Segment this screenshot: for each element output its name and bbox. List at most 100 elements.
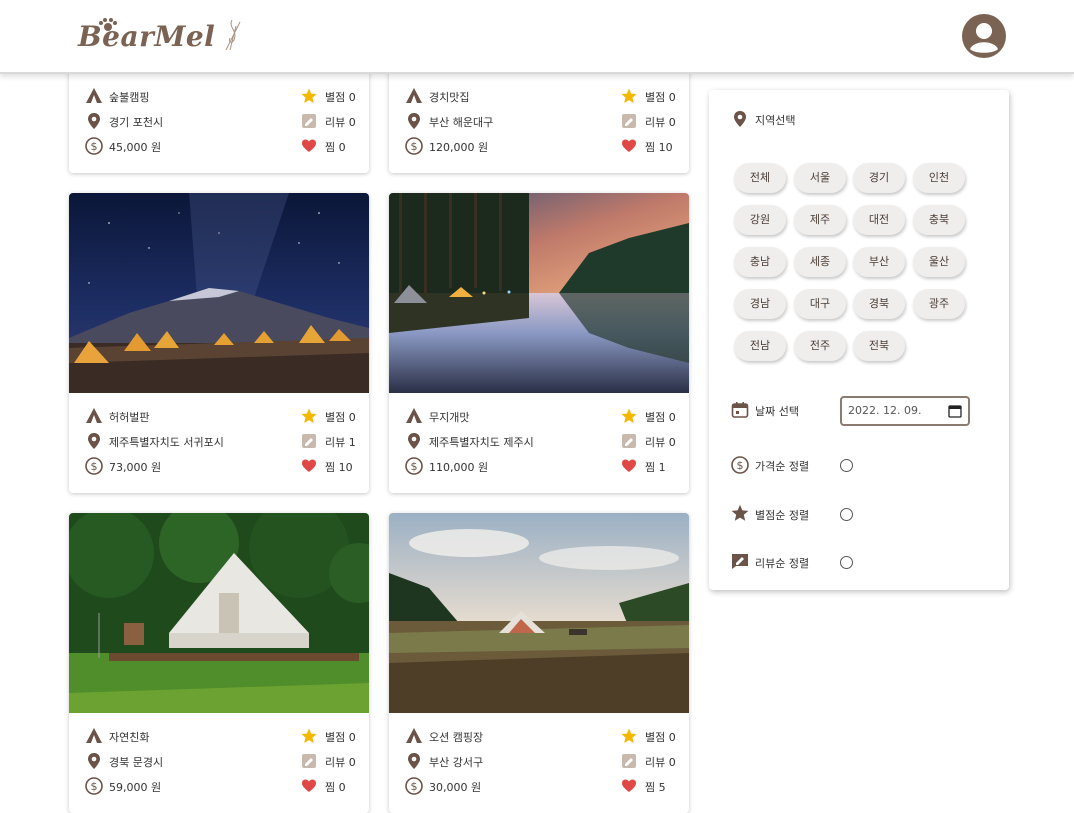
region-button-chungnam[interactable]: 충남: [734, 247, 786, 277]
campsite-photo: [389, 513, 689, 713]
rating-text: 별점 0: [645, 411, 676, 424]
campsite-photo: [389, 193, 689, 393]
review-icon: [622, 114, 636, 128]
region-button-gyeonggi[interactable]: 경기: [853, 163, 905, 193]
user-profile-icon: [962, 14, 1006, 58]
campsite-card[interactable]: 오션 캠핑장 별점 0 부산 강서구 리뷰 0 $ 30,000 원 찜 5: [389, 513, 689, 813]
like-count: 찜 0: [325, 781, 346, 794]
region-button-ulsan[interactable]: 울산: [913, 247, 965, 277]
campsite-location: 부산 강서구: [429, 756, 484, 769]
region-button-gyeongbuk[interactable]: 경북: [853, 289, 905, 319]
review-count: 리뷰 1: [325, 436, 356, 449]
region-button-gwangju[interactable]: 광주: [913, 289, 965, 319]
campsite-card[interactable]: 무지개맛 별점 0 제주특별자치도 제주시 리뷰 0 $ 110,000 원 찜…: [389, 193, 689, 493]
campsite-price: 45,000 원: [109, 141, 162, 154]
svg-text:$: $: [411, 460, 418, 473]
svg-text:$: $: [91, 780, 98, 793]
user-avatar[interactable]: [962, 14, 1006, 58]
region-button-chungbuk[interactable]: 충북: [913, 205, 965, 235]
svg-text:$: $: [411, 780, 418, 793]
heart-icon[interactable]: [301, 458, 317, 474]
heart-icon[interactable]: [621, 778, 637, 794]
dollar-icon: $: [731, 456, 749, 474]
dollar-icon: $: [85, 457, 103, 475]
date-input[interactable]: 2022. 12. 09.: [840, 396, 970, 426]
review-icon: [302, 434, 316, 448]
campsite-card[interactable]: 자연친화 별점 0 경북 문경시 리뷰 0 $ 59,000 원 찜 0: [69, 513, 369, 813]
svg-text:$: $: [411, 140, 418, 153]
region-button-jeonnam[interactable]: 전남: [734, 331, 786, 361]
rating-text: 별점 0: [325, 411, 356, 424]
campsite-location: 경기 포천시: [109, 116, 164, 129]
svg-text:$: $: [737, 459, 744, 472]
region-button-gangwon[interactable]: 강원: [734, 205, 786, 235]
calendar-picker-icon[interactable]: [948, 404, 962, 418]
heart-icon[interactable]: [301, 138, 317, 154]
star-icon: [621, 88, 637, 103]
location-pin-icon: [408, 113, 420, 129]
review-icon: [302, 754, 316, 768]
location-pin-icon: [408, 753, 420, 769]
review-icon: [622, 754, 636, 768]
region-button-jeju[interactable]: 제주: [794, 205, 846, 235]
star-icon: [621, 728, 637, 743]
sort-review-label: 리뷰순 정렬: [755, 557, 810, 570]
review-count: 리뷰 0: [325, 116, 356, 129]
dollar-icon: $: [405, 137, 423, 155]
campsite-price: 30,000 원: [429, 781, 482, 794]
campsite-location: 제주특별자치도 서귀포시: [109, 436, 224, 449]
campsite-location: 부산 해운대구: [429, 116, 494, 129]
region-button-all[interactable]: 전체: [734, 163, 786, 193]
campsite-price: 110,000 원: [429, 461, 489, 474]
campsite-card[interactable]: 허허벌판 별점 0 제주특별자치도 서귀포시 리뷰 1 $ 73,000 원 찜…: [69, 193, 369, 493]
campfire-sketch-icon: [225, 19, 241, 51]
region-button-sejong[interactable]: 세종: [794, 247, 846, 277]
tent-icon: [86, 728, 102, 743]
campsite-price: 73,000 원: [109, 461, 162, 474]
like-count: 찜 0: [325, 141, 346, 154]
campsite-price: 120,000 원: [429, 141, 489, 154]
dollar-icon: $: [85, 777, 103, 795]
sort-rating-radio[interactable]: [840, 508, 853, 521]
location-pin-icon: [408, 433, 420, 449]
region-button-gyeongnam[interactable]: 경남: [734, 289, 786, 319]
campsite-name: 자연친화: [109, 731, 150, 744]
bearmel-logo[interactable]: BearMel: [78, 14, 248, 58]
campsite-location: 제주특별자치도 제주시: [429, 436, 534, 449]
campsite-card[interactable]: 경치맛집 별점 0 부산 해운대구 리뷰 0 $ 120,000 원 찜 10: [389, 60, 689, 173]
sort-price-radio[interactable]: [840, 459, 853, 472]
star-icon: [621, 408, 637, 423]
region-button-seoul[interactable]: 서울: [794, 163, 846, 193]
region-button-incheon[interactable]: 인천: [913, 163, 965, 193]
top-header: BearMel: [0, 0, 1074, 74]
region-button-jeonbuk[interactable]: 전북: [853, 331, 905, 361]
rating-text: 별점 0: [645, 731, 676, 744]
heart-icon[interactable]: [621, 138, 637, 154]
logo-text: BearMel: [78, 20, 216, 53]
campsite-name: 허허벌판: [109, 411, 150, 424]
campsite-name: 무지개맛: [429, 411, 470, 424]
sort-price-label: 가격순 정렬: [755, 460, 810, 473]
like-count: 찜 1: [645, 461, 666, 474]
heart-icon[interactable]: [301, 778, 317, 794]
review-icon: [732, 554, 748, 569]
region-button-daejeon[interactable]: 대전: [853, 205, 905, 235]
like-count: 찜 10: [325, 461, 353, 474]
filter-panel: 지역선택 전체 서울 경기 인천 강원 제주 대전 충북 충남 세종 부산 울산…: [709, 90, 1009, 590]
location-pin-icon: [88, 753, 100, 769]
campsite-photo: [69, 513, 369, 713]
region-button-jeonju[interactable]: 전주: [794, 331, 846, 361]
sort-review-radio[interactable]: [840, 556, 853, 569]
region-button-daegu[interactable]: 대구: [794, 289, 846, 319]
rating-text: 별점 0: [325, 91, 356, 104]
campsite-card[interactable]: 숲불캠핑 별점 0 경기 포천시 리뷰 0 $ 45,000 원 찜 0: [69, 60, 369, 173]
review-icon: [622, 434, 636, 448]
star-icon: [301, 408, 317, 423]
heart-icon[interactable]: [621, 458, 637, 474]
region-button-busan[interactable]: 부산: [853, 247, 905, 277]
rating-text: 별점 0: [325, 731, 356, 744]
tent-icon: [86, 408, 102, 423]
campsite-name: 숲불캠핑: [109, 91, 150, 104]
location-pin-icon: [88, 433, 100, 449]
star-icon: [301, 88, 317, 103]
